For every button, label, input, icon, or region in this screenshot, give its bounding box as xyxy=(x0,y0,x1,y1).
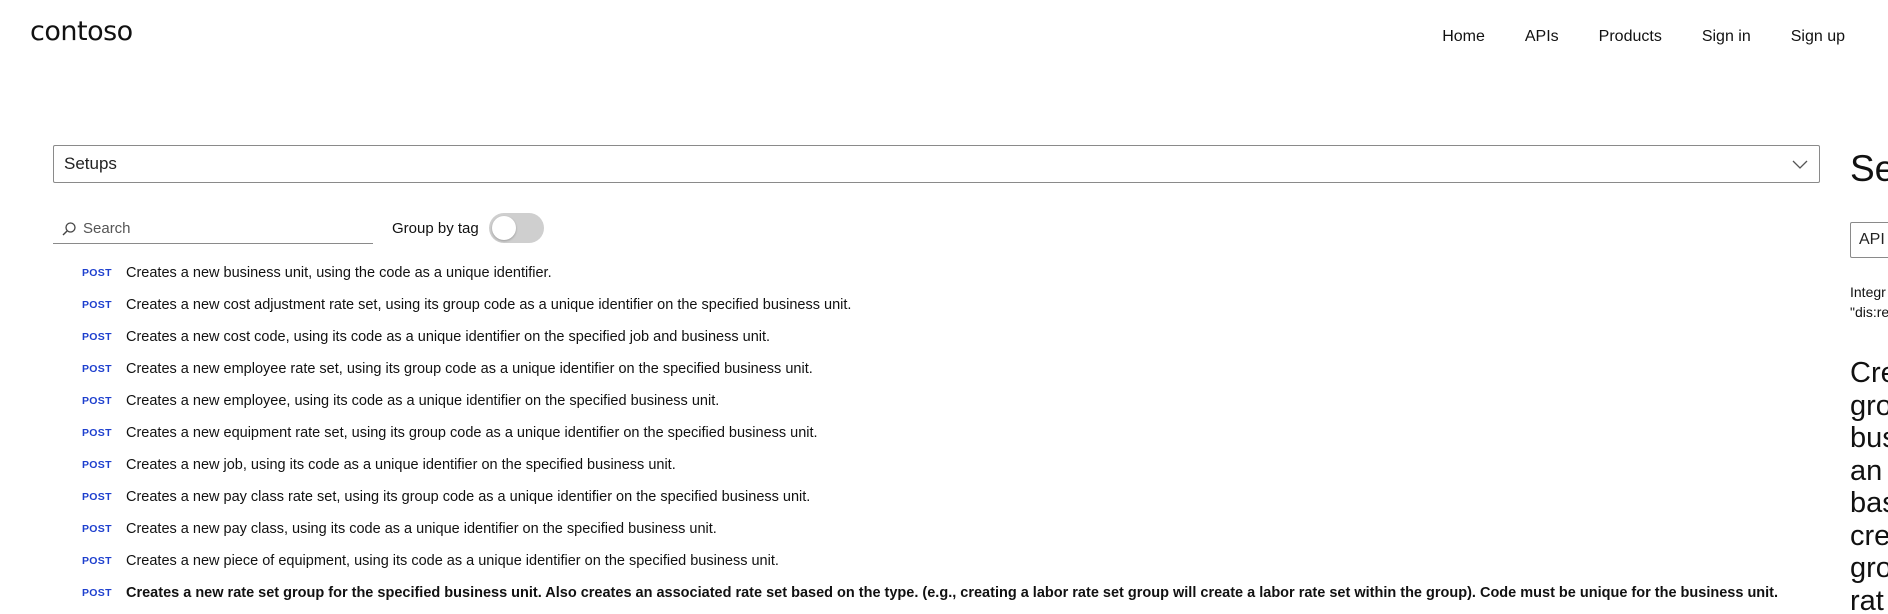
method-badge: POST xyxy=(82,427,112,439)
detail-heading-line: bas xyxy=(1850,487,1888,519)
chevron-down-icon xyxy=(1792,160,1808,169)
detail-heading: Cre gro bus an bas cre gro rat xyxy=(1850,357,1888,614)
operation-description: Creates a new rate set group for the spe… xyxy=(126,585,1779,601)
nav-sign-in[interactable]: Sign in xyxy=(1702,28,1751,46)
operation-row[interactable]: POST Creates a new piece of equipment, u… xyxy=(82,545,1822,577)
method-badge: POST xyxy=(82,395,112,407)
method-badge: POST xyxy=(82,523,112,535)
operation-row[interactable]: POST Creates a new pay class rate set, u… xyxy=(82,481,1822,513)
detail-heading-line: an xyxy=(1850,454,1883,487)
search-icon xyxy=(62,221,76,235)
nav-apis[interactable]: APIs xyxy=(1525,28,1559,46)
nav-home[interactable]: Home xyxy=(1442,28,1485,46)
method-badge: POST xyxy=(82,459,112,471)
operation-row[interactable]: POST Creates a new cost code, using its … xyxy=(82,321,1822,353)
operation-row[interactable]: POST Creates a new employee rate set, us… xyxy=(82,353,1822,385)
toggle-knob xyxy=(491,216,516,240)
detail-heading-line: gro xyxy=(1850,552,1888,584)
operation-description: Creates a new pay class, using its code … xyxy=(126,521,717,537)
top-nav: Home APIs Products Sign in Sign up xyxy=(1442,28,1845,46)
operation-detail-pane: Se API Integr "dis:re Cre gro bus an bas… xyxy=(1850,0,1888,614)
method-badge: POST xyxy=(82,555,112,567)
method-badge: POST xyxy=(82,491,112,503)
operation-description: Creates a new pay class rate set, using … xyxy=(126,489,811,505)
operation-row[interactable]: POST Creates a new pay class, using its … xyxy=(82,513,1822,545)
method-badge: POST xyxy=(82,587,112,599)
detail-heading-line: bus xyxy=(1850,422,1888,454)
detail-note: Integr "dis:re xyxy=(1850,282,1888,322)
detail-heading-line: Cre xyxy=(1850,357,1888,389)
operation-description: Creates a new cost adjustment rate set, … xyxy=(126,297,852,313)
api-select[interactable]: Setups xyxy=(53,145,1820,183)
api-select-value: Setups xyxy=(64,154,117,173)
operation-description: Creates a new business unit, using the c… xyxy=(126,265,552,281)
method-badge: POST xyxy=(82,331,112,343)
detail-api-select[interactable]: API xyxy=(1850,222,1888,258)
operations-list: POST Creates a new business unit, using … xyxy=(82,257,1822,609)
operation-row[interactable]: POST Creates a new cost adjustment rate … xyxy=(82,289,1822,321)
group-by-tag-toggle[interactable] xyxy=(488,213,544,243)
detail-select-value: API xyxy=(1859,231,1885,248)
operation-row[interactable]: POST Creates a new equipment rate set, u… xyxy=(82,417,1822,449)
operation-row[interactable]: POST Creates a new job, using its code a… xyxy=(82,449,1822,481)
page: contoso Home APIs Products Sign in Sign … xyxy=(0,0,1888,614)
group-by-tag: Group by tag xyxy=(392,213,544,243)
nav-sign-up[interactable]: Sign up xyxy=(1791,28,1845,46)
detail-note-line: "dis:re xyxy=(1850,304,1888,320)
group-by-tag-label: Group by tag xyxy=(392,219,479,237)
detail-heading-line: gro xyxy=(1850,389,1888,422)
method-badge: POST xyxy=(82,363,112,375)
search-input[interactable] xyxy=(83,220,363,237)
method-badge: POST xyxy=(82,267,112,279)
method-badge: POST xyxy=(82,299,112,311)
nav-products[interactable]: Products xyxy=(1599,28,1662,46)
search-box xyxy=(53,214,373,244)
detail-note-line: Integr xyxy=(1850,284,1886,300)
detail-heading-line: cre xyxy=(1850,519,1888,552)
operation-row-selected[interactable]: POST Creates a new rate set group for th… xyxy=(82,577,1822,609)
operation-description: Creates a new equipment rate set, using … xyxy=(126,425,818,441)
operation-row[interactable]: POST Creates a new employee, using its c… xyxy=(82,385,1822,417)
operation-description: Creates a new employee, using its code a… xyxy=(126,393,720,409)
logo[interactable]: contoso xyxy=(30,16,133,47)
operation-row[interactable]: POST Creates a new business unit, using … xyxy=(82,257,1822,289)
operation-description: Creates a new cost code, using its code … xyxy=(126,329,771,345)
detail-heading-line: rat xyxy=(1850,584,1884,614)
operation-description: Creates a new employee rate set, using i… xyxy=(126,361,813,377)
operation-description: Creates a new piece of equipment, using … xyxy=(126,553,779,569)
operation-description: Creates a new job, using its code as a u… xyxy=(126,457,676,473)
detail-title: Se xyxy=(1850,148,1888,189)
